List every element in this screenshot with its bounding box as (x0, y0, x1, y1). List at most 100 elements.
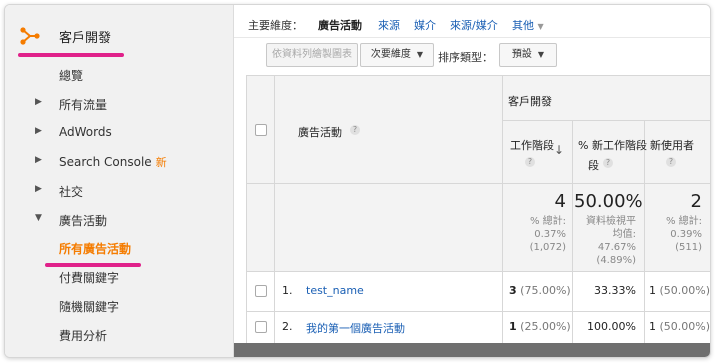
sidebar-item-all-traffic[interactable]: ▶ 所有流量 (5, 92, 233, 116)
sidebar-item-label: 廣告活動 (59, 214, 108, 228)
sidebar-title-highlight (18, 53, 124, 57)
secondary-dimension-label: 次要維度 (370, 49, 411, 60)
chevron-down-icon: ▼ (537, 22, 544, 31)
total-sessions: 4 (554, 191, 566, 212)
row-sessions-value: 3 (509, 284, 517, 297)
total-sub-line: (511) (675, 242, 702, 253)
chevron-down-icon: ▼ (537, 50, 545, 59)
dimension-link-source[interactable]: 來源 (378, 17, 400, 33)
primary-dimension-bar: 主要維度： 廣告活動 來源 媒介 來源/媒介 其他 ▼ (234, 5, 710, 38)
row-new-users: 1 (50.00%) (649, 320, 710, 333)
new-badge: 新 (155, 156, 167, 169)
sidebar-item-label: 所有廣告活動 (59, 242, 132, 256)
total-sub-line: 0.39% (670, 229, 702, 240)
horizontal-scrollbar[interactable] (234, 343, 710, 357)
expand-arrow-icon[interactable]: ▶ (35, 126, 42, 136)
help-icon[interactable]: ? (525, 157, 535, 167)
dimension-more-label: 其他 (512, 19, 534, 32)
sidebar-item-label: 所有流量 (59, 98, 108, 112)
row-new-users-value: 1 (649, 284, 656, 297)
help-icon[interactable]: ? (603, 158, 613, 168)
table-border (246, 75, 247, 343)
row-new-users-pct: (50.00%) (659, 284, 711, 297)
sidebar-item-campaigns[interactable]: ▼ 廣告活動 (5, 208, 233, 232)
total-sub-line: 資料檢視平 (586, 216, 636, 227)
sidebar-item-all-campaigns[interactable]: 所有廣告活動 (5, 236, 233, 267)
table-border (502, 75, 503, 343)
table-border (246, 271, 710, 272)
sidebar-item-label: 費用分析 (59, 329, 108, 343)
table-header-background (246, 75, 710, 271)
row-sessions: 1 (25.00%) (509, 320, 571, 333)
expand-arrow-icon[interactable]: ▶ (35, 155, 42, 165)
help-icon[interactable]: ? (666, 157, 676, 167)
sidebar-item-overview[interactable]: 總覽 (5, 63, 233, 87)
total-sub-line: (4.89%) (596, 255, 636, 266)
table-border (502, 120, 710, 121)
collapse-arrow-icon[interactable]: ▼ (35, 213, 42, 223)
sidebar-title: 客戶開發 (59, 31, 112, 46)
acquisition-icon (20, 27, 40, 45)
report-toolbar: 依資料列繪製圖表 次要維度 ▼ 排序類型： 預設 ▼ (234, 39, 710, 71)
expand-arrow-icon[interactable]: ▶ (35, 184, 42, 194)
total-sub-line: 0.37% (534, 229, 566, 240)
row-index: 2. (282, 320, 293, 333)
expand-arrow-icon[interactable]: ▶ (35, 97, 42, 107)
dimension-column-header[interactable]: 廣告活動 (298, 124, 342, 140)
sidebar-item-paid-keywords[interactable]: 付費關鍵字 (5, 265, 233, 289)
total-new-sessions-pct: 50.00% (574, 191, 643, 212)
column-header-new-sessions-pct[interactable]: % 新工作階段 (578, 137, 647, 153)
sidebar-item-search-console[interactable]: ▶ Search Console 新 (5, 150, 233, 174)
table-border (572, 120, 573, 343)
sort-type-dropdown[interactable]: 預設 ▼ (499, 43, 557, 67)
dimension-link-medium[interactable]: 媒介 (414, 17, 436, 33)
total-sub-line: 均值: (612, 229, 636, 240)
row-checkbox[interactable] (255, 285, 267, 297)
row-new-sessions-pct: 33.33% (594, 284, 636, 297)
report-window: 客戶開發 總覽 ▶ 所有流量 ▶ AdWords ▶ Search Consol… (4, 4, 711, 358)
row-index: 1. (282, 284, 293, 297)
row-sessions-value: 1 (509, 320, 517, 333)
sidebar: 客戶開發 總覽 ▶ 所有流量 ▶ AdWords ▶ Search Consol… (5, 5, 234, 357)
column-header-new-users[interactable]: 新使用者 (650, 137, 694, 153)
sidebar-item-adwords[interactable]: ▶ AdWords (5, 121, 233, 145)
row-new-users-value: 1 (649, 320, 656, 333)
sidebar-item-text: Search Console (59, 155, 152, 169)
column-header-sessions[interactable]: 工作階段 (510, 137, 554, 153)
sort-type-value: 預設 (511, 49, 532, 60)
sidebar-item-label: 隨機關鍵字 (59, 300, 120, 314)
report-main: 主要維度： 廣告活動 來源 媒介 來源/媒介 其他 ▼ 依資料列繪製圖表 次要維… (234, 5, 710, 357)
total-sub-line: % 總計: (529, 216, 566, 227)
primary-dimension-current: 廣告活動 (318, 19, 362, 32)
sidebar-item-social[interactable]: ▶ 社交 (5, 179, 233, 203)
row-new-users-pct: (50.00%) (659, 320, 711, 333)
sidebar-item-organic-keywords[interactable]: 隨機關鍵字 (5, 294, 233, 318)
row-sessions-pct: (25.00%) (520, 320, 571, 333)
row-sessions: 3 (75.00%) (509, 284, 571, 297)
sidebar-item-label: Search Console 新 (59, 154, 167, 170)
table-border (246, 75, 710, 76)
select-all-checkbox[interactable] (255, 124, 267, 136)
secondary-dimension-dropdown[interactable]: 次要維度 ▼ (360, 43, 434, 67)
sidebar-item-label: 總覽 (59, 69, 84, 83)
total-sub-line: (1,072) (529, 242, 566, 253)
report-table: 廣告活動 ? 客戶開發 工作階段 ↓ ? % 新工作階段 段 ? 新使用者 ? … (246, 75, 710, 351)
row-checkbox[interactable] (255, 321, 267, 333)
sidebar-item-cost-analysis[interactable]: 費用分析 (5, 323, 233, 347)
table-border (274, 75, 275, 343)
total-new-users: 2 (690, 191, 702, 212)
primary-dimension-label: 主要維度： (248, 19, 303, 32)
column-header-new-sessions-suffix: 段 (588, 159, 599, 172)
row-new-users: 1 (50.00%) (649, 284, 710, 297)
table-border (246, 183, 710, 184)
sort-type-label: 排序類型： (438, 51, 493, 64)
help-icon[interactable]: ? (350, 125, 360, 135)
campaign-link[interactable]: 我的第一個廣告活動 (306, 320, 405, 336)
campaign-link[interactable]: test_name (306, 284, 364, 297)
table-border (246, 311, 710, 312)
dimension-more-dropdown[interactable]: 其他 ▼ (512, 17, 544, 33)
sort-descending-icon[interactable]: ↓ (554, 143, 564, 157)
dimension-link-source-medium[interactable]: 來源/媒介 (450, 17, 498, 33)
plot-rows-button[interactable]: 依資料列繪製圖表 (266, 43, 358, 67)
sidebar-item-label: 社交 (59, 185, 84, 199)
